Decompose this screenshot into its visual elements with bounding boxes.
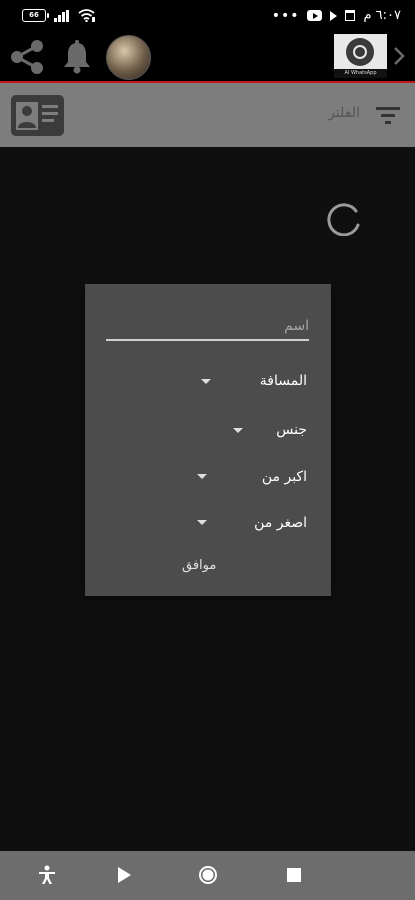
- navigation-bar: [0, 851, 415, 900]
- filter-label[interactable]: الفلتر: [328, 105, 360, 121]
- share-icon[interactable]: [7, 37, 47, 77]
- name-input[interactable]: [106, 313, 309, 341]
- stop-icon[interactable]: [284, 865, 304, 885]
- avatar[interactable]: [106, 35, 151, 80]
- ok-button[interactable]: موافق: [182, 558, 216, 573]
- bell-icon[interactable]: [60, 39, 94, 75]
- older-than-label: اكبر من: [261, 469, 307, 485]
- signal-icon: [54, 9, 69, 22]
- chevron-right-icon[interactable]: [393, 46, 405, 66]
- status-bar: 66 ••• ٦:٠٧ م: [0, 0, 415, 34]
- status-time: ٦:٠٧ م: [363, 8, 401, 23]
- gender-dropdown[interactable]: جنس: [230, 419, 307, 445]
- chevron-down-icon: [233, 428, 243, 433]
- whatsapp-icon: [346, 38, 374, 66]
- younger-than-dropdown[interactable]: اصغر من: [191, 512, 307, 538]
- status-right: ••• ٦:٠٧ م: [272, 8, 401, 23]
- battery-icon: 66: [22, 9, 49, 22]
- loading-spinner-icon: [327, 203, 360, 236]
- chevron-down-icon: [197, 474, 207, 479]
- whatsapp-card[interactable]: AI WhatsApp: [334, 34, 387, 78]
- battery-level: 66: [29, 11, 39, 19]
- filter-dialog: المسافة جنس اكبر من اصغر من موافق: [85, 284, 331, 596]
- play-icon[interactable]: [114, 865, 134, 885]
- filter-icon[interactable]: [374, 102, 402, 128]
- youtube-icon: [307, 10, 323, 21]
- status-left: 66: [22, 9, 95, 22]
- chevron-down-icon: [201, 379, 211, 384]
- top-toolbar: AI WhatsApp: [0, 34, 415, 83]
- home-circle-icon[interactable]: [198, 865, 218, 885]
- filter-bar: الفلتر: [0, 83, 415, 147]
- gender-label: جنس: [276, 422, 307, 438]
- wifi-icon: [78, 9, 95, 22]
- younger-than-label: اصغر من: [254, 515, 307, 531]
- whatsapp-label: AI WhatsApp: [334, 69, 387, 78]
- older-than-dropdown[interactable]: اكبر من: [191, 466, 307, 492]
- play-icon: [330, 10, 338, 21]
- distance-dropdown[interactable]: المسافة: [195, 370, 307, 396]
- more-icon: •••: [271, 7, 300, 24]
- contact-card-icon[interactable]: [11, 95, 64, 136]
- chevron-down-icon: [197, 520, 207, 525]
- distance-label: المسافة: [259, 373, 307, 389]
- accessibility-icon[interactable]: [37, 865, 57, 885]
- trash-icon: [345, 10, 356, 21]
